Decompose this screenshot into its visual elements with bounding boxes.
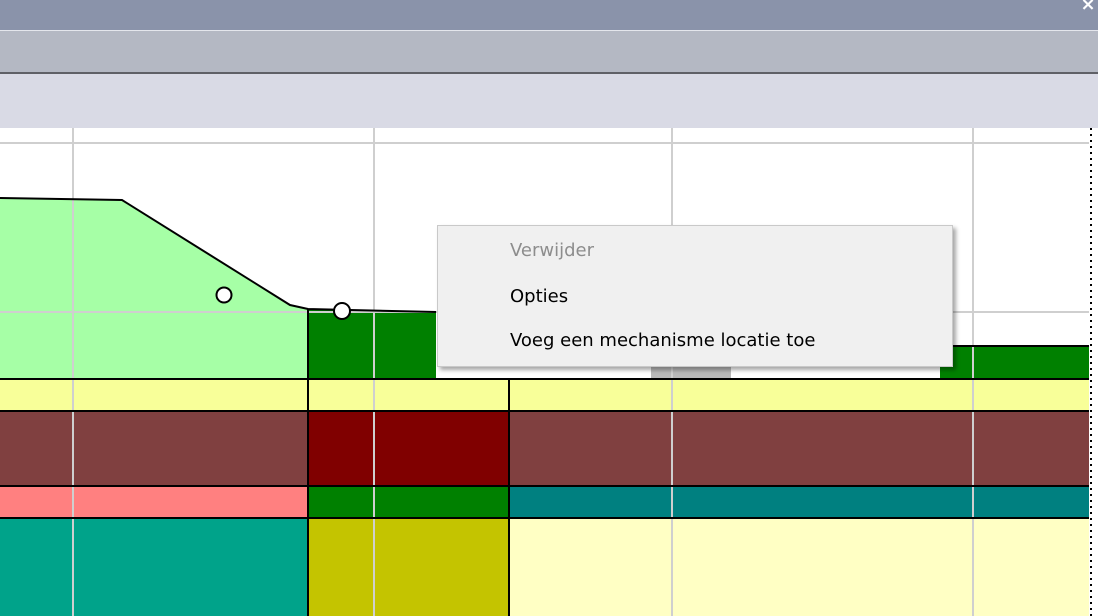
- layer-light-yellow: [509, 518, 1089, 616]
- context-menu: Verwijder Opties Voeg een mechanisme loc…: [437, 225, 953, 367]
- layer-olive: [308, 518, 509, 616]
- menu-item-add-mechanism-location[interactable]: Voeg een mechanisme locatie toe: [510, 329, 815, 353]
- layer-dark-red: [308, 411, 509, 486]
- layer-pale-yellow: [0, 379, 1089, 411]
- layer-teal: [509, 486, 1089, 518]
- layer-salmon: [0, 486, 308, 518]
- window-titlebar: ×: [0, 0, 1098, 30]
- layer-sea-green: [0, 518, 308, 616]
- layer-brown-left: [0, 411, 308, 486]
- point-marker-1: [215, 286, 233, 304]
- close-icon[interactable]: ×: [1080, 0, 1096, 14]
- ribbon-panel: [0, 74, 1098, 128]
- point-marker-2: [333, 302, 351, 320]
- layer-green-top: [308, 309, 436, 379]
- layer-green-band: [308, 486, 509, 518]
- geometry-canvas[interactable]: [0, 128, 1098, 616]
- menu-item-opties[interactable]: Opties: [510, 285, 568, 309]
- layer-brown-right: [509, 411, 1089, 486]
- menu-item-verwijder[interactable]: Verwijder: [510, 239, 594, 263]
- layer-green-right: [940, 346, 1089, 379]
- toolbar: [0, 30, 1098, 74]
